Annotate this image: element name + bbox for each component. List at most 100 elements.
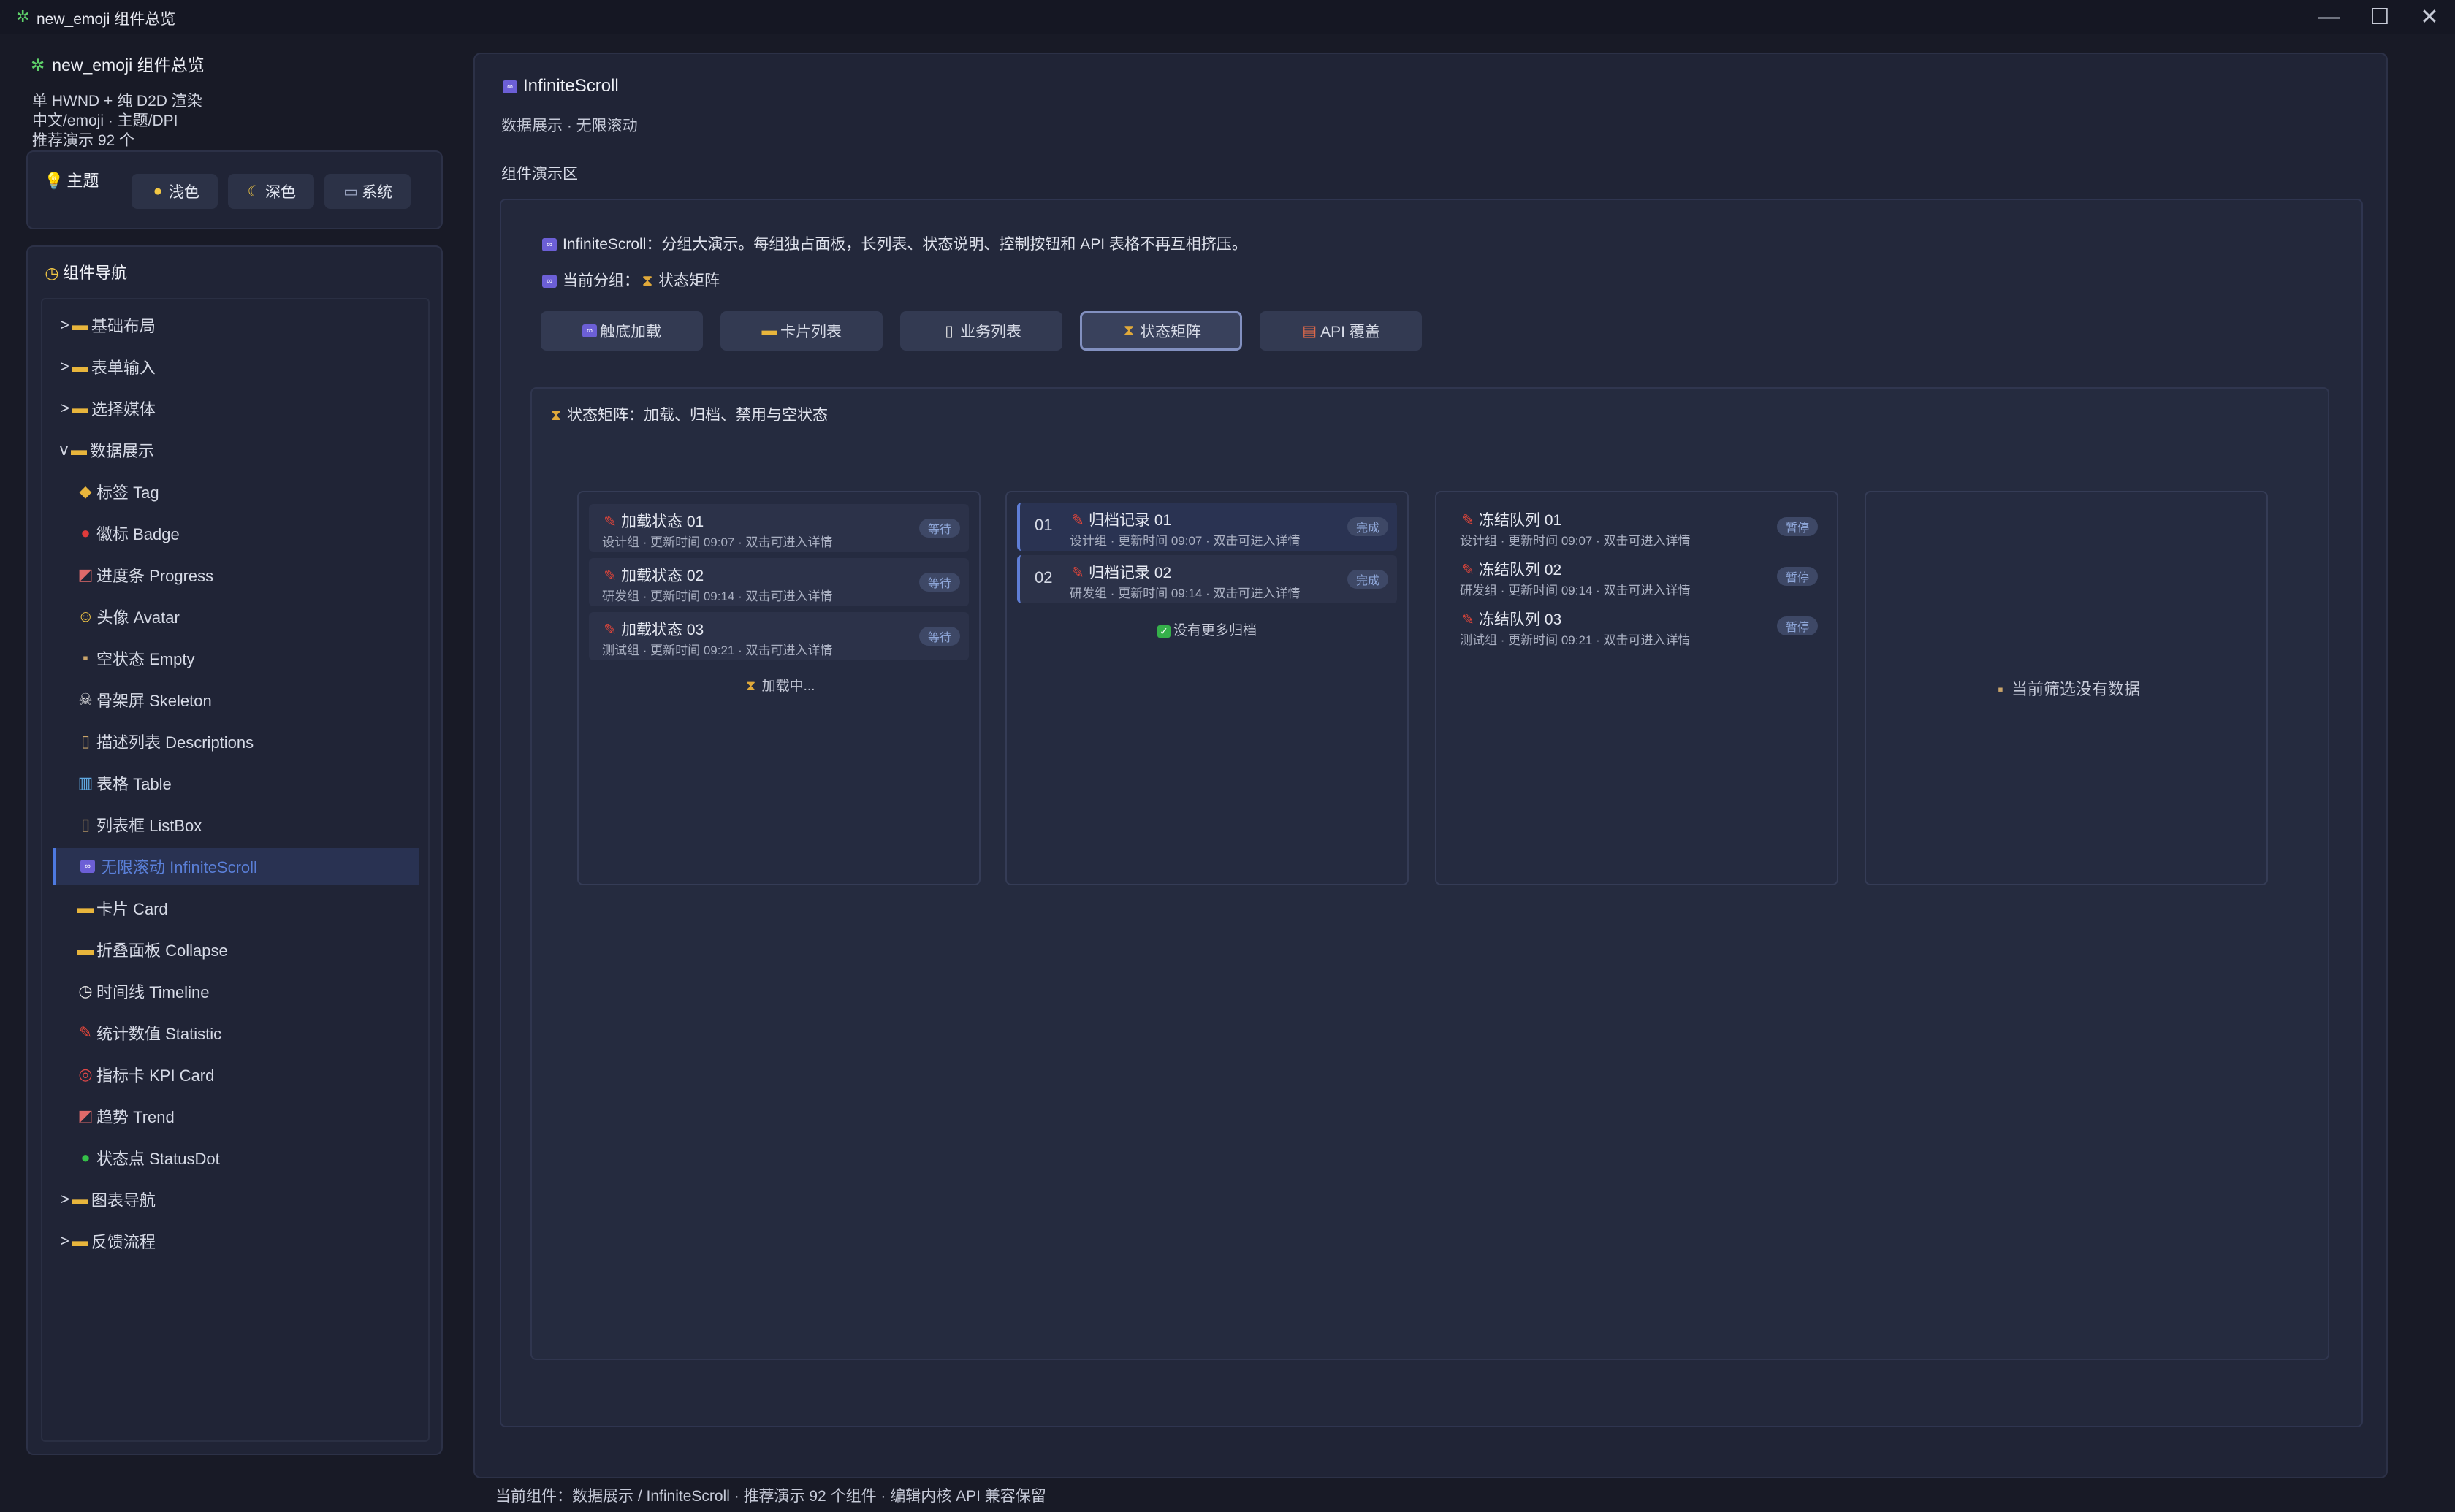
pin-icon: ✎ — [604, 568, 617, 584]
mailbox-icon: ▪ — [83, 649, 88, 667]
state-matrix-panel: ⧗ 状态矩阵：加载、归档、禁用与空状态 ✎ 加载状态 01 设计组 · 更新时间 0… — [530, 387, 2329, 1360]
frozen-column[interactable]: ✎ 冻结队列 01 设计组 · 更新时间 09:07 · 双击可进入详情 暂停 ✎… — [1435, 491, 1838, 885]
close-button[interactable]: ✕ — [2404, 0, 2455, 34]
nav-item-collapse[interactable]: ▬ 折叠面板 Collapse — [53, 931, 419, 968]
item-subtitle: 测试组 · 更新时间 09:21 · 双击可进入详情 — [602, 644, 833, 657]
infinity-icon: ∞ — [542, 238, 557, 252]
folder-icon: ▬ — [72, 399, 88, 417]
tab-card-list[interactable]: ▬ 卡片列表 — [720, 311, 883, 351]
status-badge: 暂停 — [1777, 517, 1818, 536]
info-line: 推荐演示 92 个 — [32, 132, 135, 149]
theme-dark-button[interactable]: ☾ 深色 — [228, 174, 314, 209]
list-item[interactable]: ✎ 冻结队列 03 测试组 · 更新时间 09:21 · 双击可进入详情 暂停 — [1447, 602, 1827, 650]
minimize-button[interactable]: — — [2303, 0, 2354, 34]
page-icon: ▯ — [945, 322, 954, 340]
info-line: 单 HWND + 纯 D2D 渲染 — [32, 93, 202, 110]
status-badge: 完成 — [1347, 570, 1388, 589]
demo-area: ∞ InfiniteScroll：分组大演示。每组独占面板，长列表、状态说明、控制… — [500, 199, 2363, 1427]
archive-column[interactable]: 01 ✎ 归档记录 01 设计组 · 更新时间 09:07 · 双击可进入详情 完… — [1005, 491, 1409, 885]
list-item[interactable]: ✎ 加载状态 03 测试组 · 更新时间 09:21 · 双击可进入详情 等待 — [589, 612, 969, 660]
pin-icon: ✎ — [1461, 512, 1474, 529]
item-subtitle: 研发组 · 更新时间 09:14 · 双击可进入详情 — [1070, 587, 1301, 600]
info-line: 中文/emoji · 主题/DPI — [32, 112, 178, 129]
intro-text: ∞ InfiniteScroll：分组大演示。每组独占面板，长列表、状态说明、控制… — [542, 232, 1247, 254]
tab-state-matrix[interactable]: ⧗ 状态矩阵 — [1080, 311, 1242, 351]
list-item[interactable]: ✎ 冻结队列 01 设计组 · 更新时间 09:07 · 双击可进入详情 暂停 — [1447, 503, 1827, 551]
nav-item-empty[interactable]: ▪ 空状态 Empty — [53, 640, 419, 676]
item-subtitle: 研发组 · 更新时间 09:14 · 双击可进入详情 — [1460, 584, 1691, 597]
item-title: ✎ 加载状态 01 — [602, 510, 704, 532]
loading-indicator: ⧗ 加载中... — [579, 675, 979, 695]
infinity-icon: ∞ — [80, 860, 95, 873]
nav-item-progress[interactable]: ◩ 进度条 Progress — [53, 557, 419, 593]
nav-item-avatar[interactable]: ☺ 头像 Avatar — [53, 598, 419, 635]
nav-tree: > ▬ 基础布局 > ▬ 表单输入 > ▬ 选择媒体 v ▬ 数据展示 ◆ 标签 Tag ● 徽标 … — [41, 298, 430, 1442]
item-title: ✎ 加载状态 03 — [602, 618, 704, 640]
pin-icon: ✎ — [1071, 565, 1084, 581]
item-subtitle: 设计组 · 更新时间 09:07 · 双击可进入详情 — [602, 535, 833, 549]
nav-item-infinitescroll[interactable]: ∞ 无限滚动 InfiniteScroll — [53, 848, 419, 885]
infinity-icon: ∞ — [582, 324, 597, 337]
infinity-icon: ∞ — [542, 275, 557, 289]
chart-up-icon: ◩ — [77, 565, 94, 584]
bar-chart-icon: ▥ — [77, 774, 94, 792]
nav-group-basic-layout[interactable]: > ▬ 基础布局 — [53, 307, 419, 343]
list-item[interactable]: ✎ 加载状态 01 设计组 · 更新时间 09:07 · 双击可进入详情 等待 — [589, 504, 969, 552]
empty-state-message: ▪ 当前筛选没有数据 — [1866, 676, 2266, 700]
theme-system-button[interactable]: ▭ 系统 — [324, 174, 411, 209]
card-icon: ▬ — [761, 322, 777, 339]
bulb-icon: 💡 — [44, 172, 64, 190]
nav-group-feedback-flow[interactable]: > ▬ 反馈流程 — [53, 1223, 419, 1259]
card-icon: ▬ — [77, 898, 94, 917]
folder-icon: ▬ — [72, 1232, 88, 1250]
moon-icon: ☾ — [247, 183, 262, 200]
nav-item-skeleton[interactable]: ☠ 骨架屏 Skeleton — [53, 681, 419, 718]
maximize-button[interactable]: ☐ — [2354, 0, 2405, 34]
item-title: ✎ 归档记录 01 — [1070, 508, 1171, 530]
nav-item-descriptions[interactable]: ▯ 描述列表 Descriptions — [53, 723, 419, 760]
nav-item-listbox[interactable]: ▯ 列表框 ListBox — [53, 806, 419, 843]
nav-item-timeline[interactable]: ◷ 时间线 Timeline — [53, 973, 419, 1009]
nav-item-trend[interactable]: ◩ 趋势 Trend — [53, 1098, 419, 1134]
nav-item-badge[interactable]: ● 徽标 Badge — [53, 515, 419, 551]
hourglass-icon: ⧗ — [745, 679, 756, 694]
books-icon: ▤ — [1302, 322, 1317, 340]
pin-icon: ✎ — [1071, 512, 1084, 529]
page-title: ∞ InfiniteScroll — [503, 76, 619, 96]
pin-icon: ✎ — [1461, 611, 1474, 628]
tab-business-list[interactable]: ▯ 业务列表 — [900, 311, 1062, 351]
theme-label: 💡 主题 — [44, 172, 99, 190]
clipboard-icon: ▯ — [80, 732, 91, 750]
item-number: 01 — [1035, 516, 1053, 534]
nav-item-statusdot[interactable]: ● 状态点 StatusDot — [53, 1139, 419, 1176]
list-item[interactable]: 01 ✎ 归档记录 01 设计组 · 更新时间 09:07 · 双击可进入详情 完… — [1017, 503, 1397, 551]
nav-item-table[interactable]: ▥ 表格 Table — [53, 765, 419, 801]
green-circle-icon: ● — [80, 1148, 91, 1167]
clock-icon: ◷ — [45, 264, 59, 282]
loading-column[interactable]: ✎ 加载状态 01 设计组 · 更新时间 09:07 · 双击可进入详情 等待 ✎… — [577, 491, 981, 885]
pin-icon: ✎ — [604, 513, 617, 530]
nav-group-chart-nav[interactable]: > ▬ 图表导航 — [53, 1181, 419, 1218]
clipboard-icon: ▯ — [80, 815, 91, 833]
nav-item-statistic[interactable]: ✎ 统计数值 Statistic — [53, 1015, 419, 1051]
list-item[interactable]: ✎ 加载状态 02 研发组 · 更新时间 09:14 · 双击可进入详情 等待 — [589, 558, 969, 606]
nav-group-form-input[interactable]: > ▬ 表单输入 — [53, 348, 419, 385]
tab-bottom-load[interactable]: ∞ 触底加载 — [541, 311, 703, 351]
nav-item-card[interactable]: ▬ 卡片 Card — [53, 890, 419, 926]
pin-icon: ✎ — [604, 622, 617, 638]
nav-group-data-display[interactable]: v ▬ 数据展示 — [53, 432, 419, 468]
sidebar-heading: ✲ new_emoji 组件总览 — [31, 56, 205, 75]
pin-icon: ✎ — [1461, 562, 1474, 579]
tab-api-coverage[interactable]: ▤ API 覆盖 — [1260, 311, 1422, 351]
folder-icon: ▬ — [72, 316, 88, 334]
hourglass-icon: ⧗ — [550, 407, 562, 424]
nav-item-tag[interactable]: ◆ 标签 Tag — [53, 473, 419, 510]
item-title: ✎ 冻结队列 02 — [1460, 558, 1561, 580]
demo-area-label: 组件演示区 — [501, 166, 578, 183]
list-item[interactable]: 02 ✎ 归档记录 02 研发组 · 更新时间 09:14 · 双击可进入详情 完… — [1017, 555, 1397, 603]
list-item[interactable]: ✎ 冻结队列 02 研发组 · 更新时间 09:14 · 双击可进入详情 暂停 — [1447, 552, 1827, 600]
nav-group-select-media[interactable]: > ▬ 选择媒体 — [53, 390, 419, 427]
empty-column: ▪ 当前筛选没有数据 — [1865, 491, 2268, 885]
theme-light-button[interactable]: ● 浅色 — [132, 174, 218, 209]
nav-item-kpi-card[interactable]: ◎ 指标卡 KPI Card — [53, 1056, 419, 1093]
